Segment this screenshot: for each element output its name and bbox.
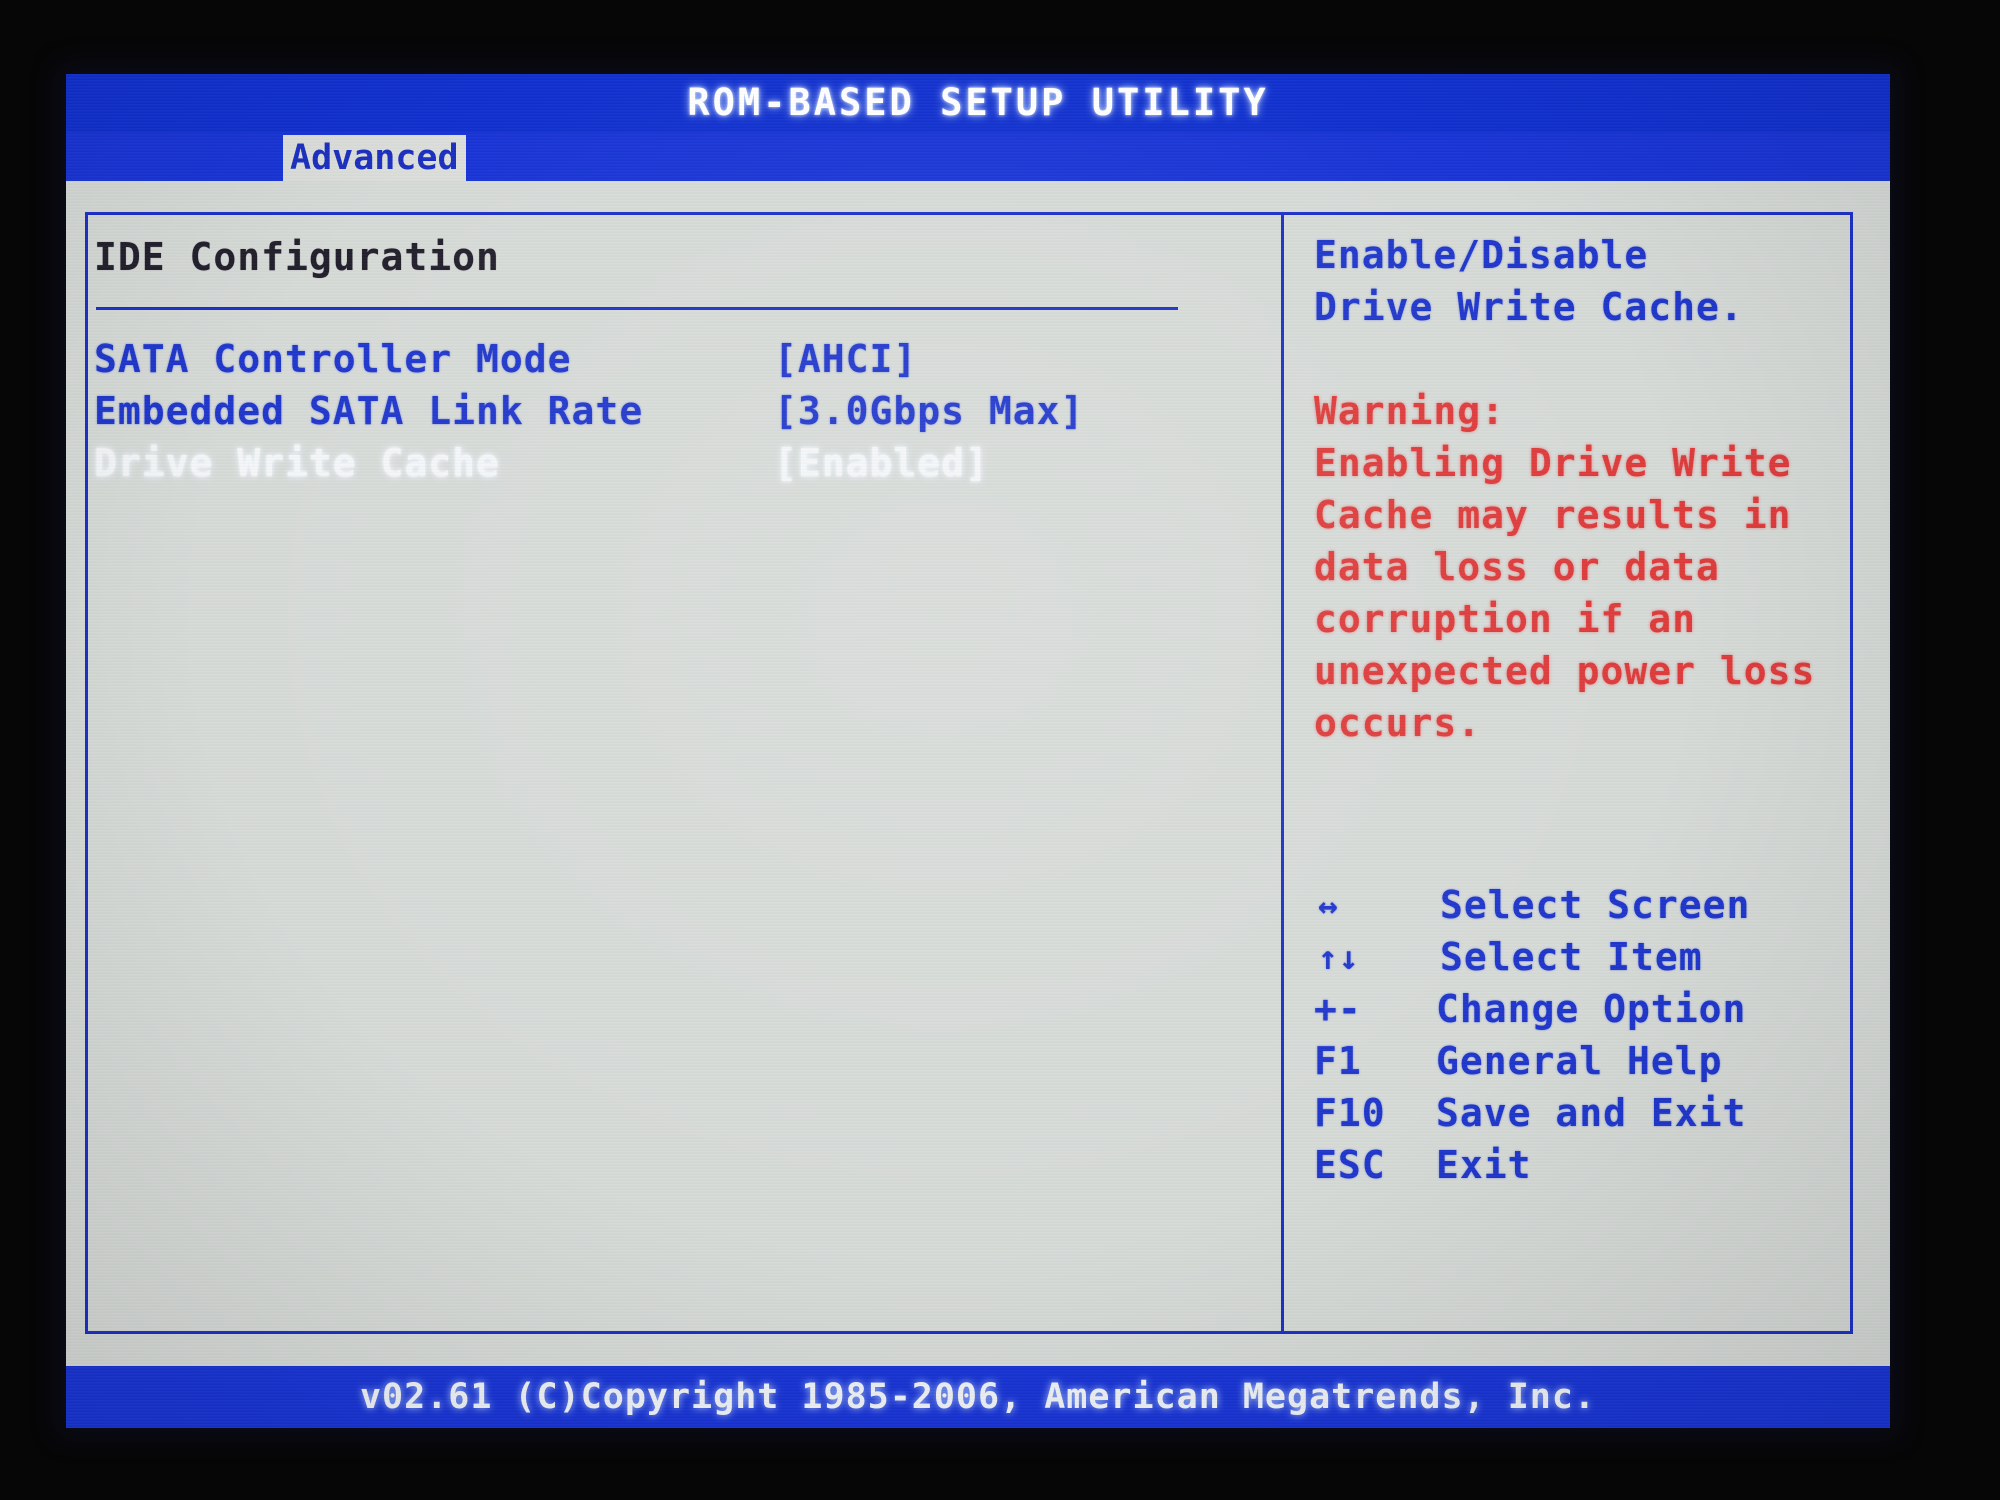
key-legend: ↔ Select Screen ↑↓ Select Item +- Change… — [1314, 879, 1824, 1191]
warning-block: Warning: Enabling Drive Write Cache may … — [1314, 385, 1824, 749]
legend-row-exit: ESC Exit — [1314, 1139, 1824, 1191]
setting-value[interactable]: [AHCI] — [774, 337, 917, 381]
warning-line: corruption if an — [1314, 597, 1697, 641]
warning-line: Cache may results in — [1314, 493, 1792, 537]
legend-key-f1: F1 — [1314, 1039, 1362, 1083]
setting-row-drive-write-cache[interactable]: Drive Write Cache [Enabled] — [94, 437, 1254, 489]
warning-line: occurs. — [1314, 701, 1482, 745]
warning-line: data loss or data — [1314, 545, 1720, 589]
legend-key-f10: F10 — [1314, 1091, 1386, 1135]
help-description-line: Drive Write Cache. — [1314, 285, 1744, 329]
legend-key-esc: ESC — [1314, 1143, 1386, 1187]
bios-screen: ROM-BASED SETUP UTILITY Advanced IDE Con… — [66, 74, 1890, 1428]
warning-line: Enabling Drive Write — [1314, 441, 1792, 485]
left-right-arrow-icon: ↔ — [1318, 885, 1339, 925]
legend-row-select-item: ↑↓ Select Item — [1314, 931, 1824, 983]
setting-row-sata-controller-mode[interactable]: SATA Controller Mode [AHCI] — [94, 333, 1254, 385]
window-title: ROM-BASED SETUP UTILITY — [66, 74, 1890, 132]
setting-label: Embedded SATA Link Rate — [94, 389, 644, 433]
legend-label: Change Option — [1436, 987, 1747, 1031]
legend-label: Exit — [1436, 1143, 1532, 1187]
tab-advanced[interactable]: Advanced — [283, 135, 466, 181]
legend-row-save-and-exit: F10 Save and Exit — [1314, 1087, 1824, 1139]
footer-copyright: v02.61 (C)Copyright 1985-2006, American … — [66, 1366, 1890, 1428]
setting-value[interactable]: [3.0Gbps Max] — [774, 389, 1084, 433]
settings-column: IDE Configuration SATA Controller Mode [… — [94, 235, 1254, 489]
help-column: Enable/Disable Drive Write Cache. Warnin… — [1314, 229, 1824, 749]
warning-line: Warning: — [1314, 389, 1506, 433]
up-down-arrow-icon: ↑↓ — [1318, 937, 1360, 977]
legend-row-general-help: F1 General Help — [1314, 1035, 1824, 1087]
warning-line: unexpected power loss — [1314, 649, 1816, 693]
setting-label: SATA Controller Mode — [94, 337, 572, 381]
tab-bar: Advanced — [66, 132, 1890, 181]
help-description-line: Enable/Disable — [1314, 233, 1649, 277]
section-title: IDE Configuration — [94, 235, 500, 279]
setting-label: Drive Write Cache — [94, 441, 500, 485]
legend-label: Save and Exit — [1436, 1091, 1747, 1135]
plus-minus-icon: +- — [1314, 987, 1362, 1031]
panel-divider — [1281, 212, 1284, 1334]
legend-label: Select Screen — [1440, 883, 1751, 927]
legend-row-select-screen: ↔ Select Screen — [1314, 879, 1824, 931]
legend-label: Select Item — [1440, 935, 1703, 979]
legend-label: General Help — [1436, 1039, 1723, 1083]
setting-row-embedded-sata-link-rate[interactable]: Embedded SATA Link Rate [3.0Gbps Max] — [94, 385, 1254, 437]
setting-value[interactable]: [Enabled] — [774, 441, 989, 485]
section-rule — [96, 307, 1178, 310]
content-area: IDE Configuration SATA Controller Mode [… — [66, 181, 1890, 1366]
monitor-bezel: ROM-BASED SETUP UTILITY Advanced IDE Con… — [0, 0, 2000, 1500]
legend-row-change-option: +- Change Option — [1314, 983, 1824, 1035]
settings-list: SATA Controller Mode [AHCI] Embedded SAT… — [94, 333, 1254, 489]
